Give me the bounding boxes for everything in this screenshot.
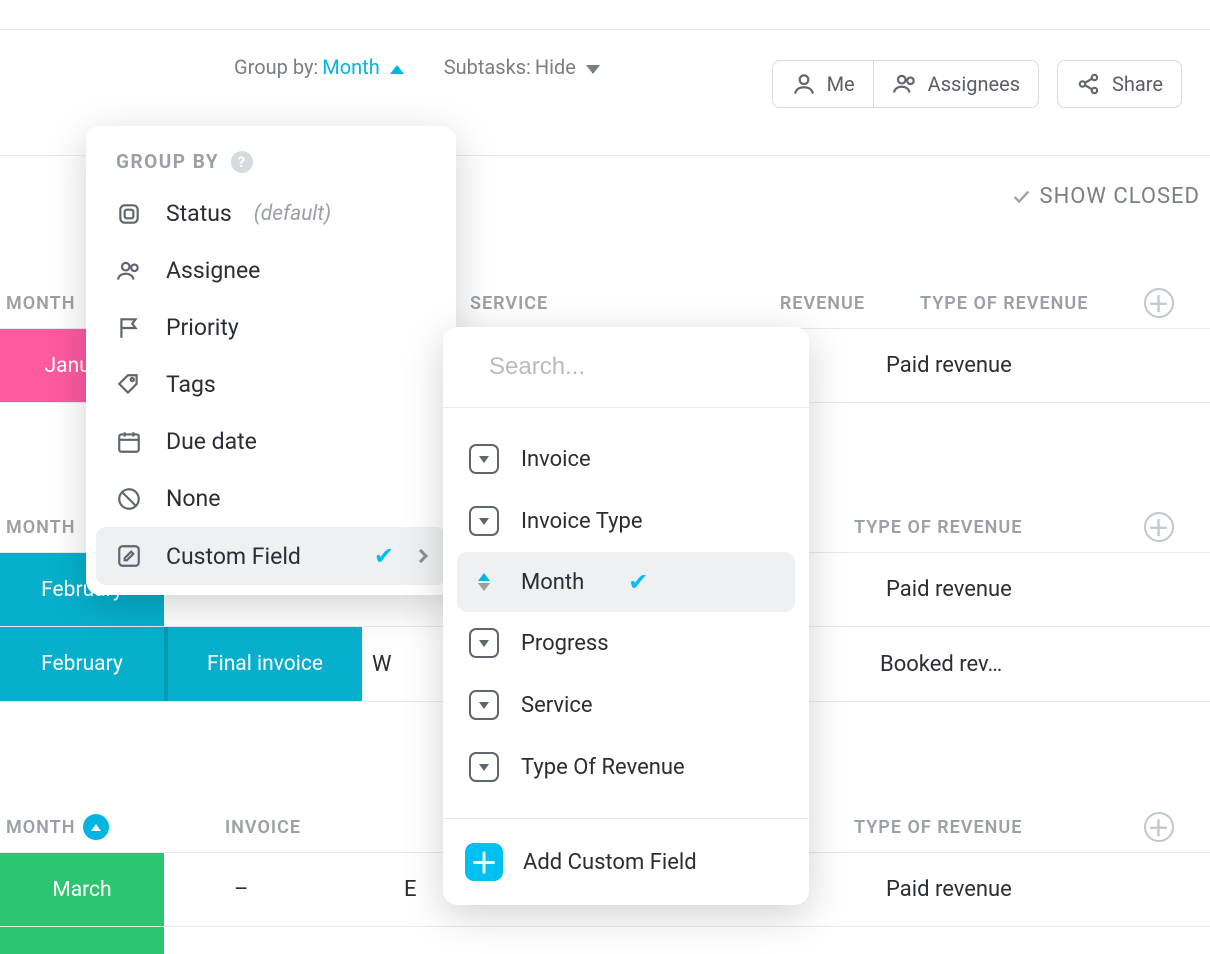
col-type[interactable]: TYPE OF REVENUE	[865, 293, 1144, 314]
subtasks-value: Hide	[535, 55, 576, 79]
calendar-icon	[116, 429, 144, 455]
groupby-filter[interactable]: Group by: Month	[234, 55, 404, 79]
popup-title: GROUP BY ?	[96, 150, 446, 173]
dropdown-icon	[469, 506, 499, 536]
groupby-value: Month	[322, 55, 379, 79]
groupby-popup: GROUP BY ? Status (default) Assignee Pri…	[86, 126, 456, 595]
col-type[interactable]: TYPE OF REVENUE	[854, 817, 1144, 838]
cf-option-type-of-revenue[interactable]: Type Of Revenue	[457, 736, 795, 798]
month-chip: March	[0, 853, 164, 926]
user-icon	[791, 71, 817, 97]
toolbar-right: Me Assignees Share	[772, 60, 1182, 108]
cell-type: Paid revenue	[864, 853, 1012, 926]
groupby-option-priority[interactable]: Priority	[96, 299, 446, 356]
cf-option-progress[interactable]: Progress	[457, 612, 795, 674]
month-chip: February	[0, 627, 164, 701]
add-column-button[interactable]: ＋	[1144, 288, 1174, 318]
share-icon	[1076, 71, 1102, 97]
groupby-option-status[interactable]: Status (default)	[96, 185, 446, 242]
col-type[interactable]: TYPE OF REVENUE	[854, 517, 1144, 538]
dropdown-icon	[469, 690, 499, 720]
groupby-option-due-date[interactable]: Due date	[96, 413, 446, 470]
search-row	[443, 327, 809, 408]
assignee-button-group: Me Assignees	[772, 60, 1039, 108]
cf-option-invoice[interactable]: Invoice	[457, 428, 795, 490]
edit-icon	[116, 543, 144, 569]
col-revenue[interactable]: REVENUE	[630, 293, 865, 314]
col-month[interactable]: MONTH	[0, 814, 170, 840]
month-chip-partial	[0, 927, 164, 954]
groupby-option-tags[interactable]: Tags	[96, 356, 446, 413]
chevron-down-icon	[586, 65, 600, 74]
add-column-button[interactable]: ＋	[1144, 512, 1174, 542]
users-icon	[892, 71, 918, 97]
invoice-chip: Final invoice	[164, 627, 362, 701]
cell-type: Paid revenue	[864, 329, 1012, 402]
tag-icon	[116, 372, 144, 398]
users-icon	[116, 258, 144, 284]
flag-icon	[116, 315, 144, 341]
cell-service: E	[404, 853, 434, 926]
groupby-option-custom-field[interactable]: Custom Field ✔	[96, 527, 446, 585]
help-icon[interactable]: ?	[231, 151, 253, 173]
search-input[interactable]	[489, 353, 799, 381]
sort-asc-icon[interactable]	[83, 814, 109, 840]
cf-option-month[interactable]: Month ✔	[457, 552, 795, 612]
groupby-label: Group by:	[234, 55, 318, 79]
cf-options: Invoice Invoice Type Month ✔ Progress Se…	[443, 408, 809, 818]
cell-service: W	[362, 627, 408, 701]
topbar	[0, 0, 1210, 30]
dropdown-icon	[469, 628, 499, 658]
dropdown-icon	[469, 752, 499, 782]
add-column-button[interactable]: ＋	[1144, 812, 1174, 842]
me-button[interactable]: Me	[772, 60, 874, 108]
check-icon: ✔	[374, 542, 394, 570]
dropdown-icon	[469, 444, 499, 474]
subtasks-filter[interactable]: Subtasks: Hide	[444, 55, 600, 79]
sort-icon	[469, 573, 499, 591]
custom-field-popup: Invoice Invoice Type Month ✔ Progress Se…	[443, 327, 809, 905]
subtasks-label: Subtasks:	[444, 55, 531, 79]
check-icon	[1010, 186, 1032, 208]
add-custom-field-button[interactable]: ＋ Add Custom Field	[443, 818, 809, 905]
cell-type: Paid revenue	[864, 553, 1012, 626]
share-button[interactable]: Share	[1057, 60, 1182, 108]
cf-option-service[interactable]: Service	[457, 674, 795, 736]
chevron-up-icon	[390, 65, 404, 74]
cell-invoice: –	[164, 853, 404, 926]
cf-option-invoice-type[interactable]: Invoice Type	[457, 490, 795, 552]
check-icon: ✔	[628, 568, 648, 596]
groupby-option-none[interactable]: None	[96, 470, 446, 527]
col-invoice[interactable]: INVOICE	[170, 817, 410, 838]
chevron-right-icon	[414, 549, 428, 563]
groupby-option-assignee[interactable]: Assignee	[96, 242, 446, 299]
none-icon	[116, 486, 144, 512]
plus-icon: ＋	[465, 843, 503, 881]
status-icon	[116, 201, 144, 227]
assignees-button[interactable]: Assignees	[874, 60, 1039, 108]
cell-type: Booked rev…	[858, 627, 1002, 701]
show-closed-toggle[interactable]: SHOW CLOSED	[1010, 184, 1200, 209]
